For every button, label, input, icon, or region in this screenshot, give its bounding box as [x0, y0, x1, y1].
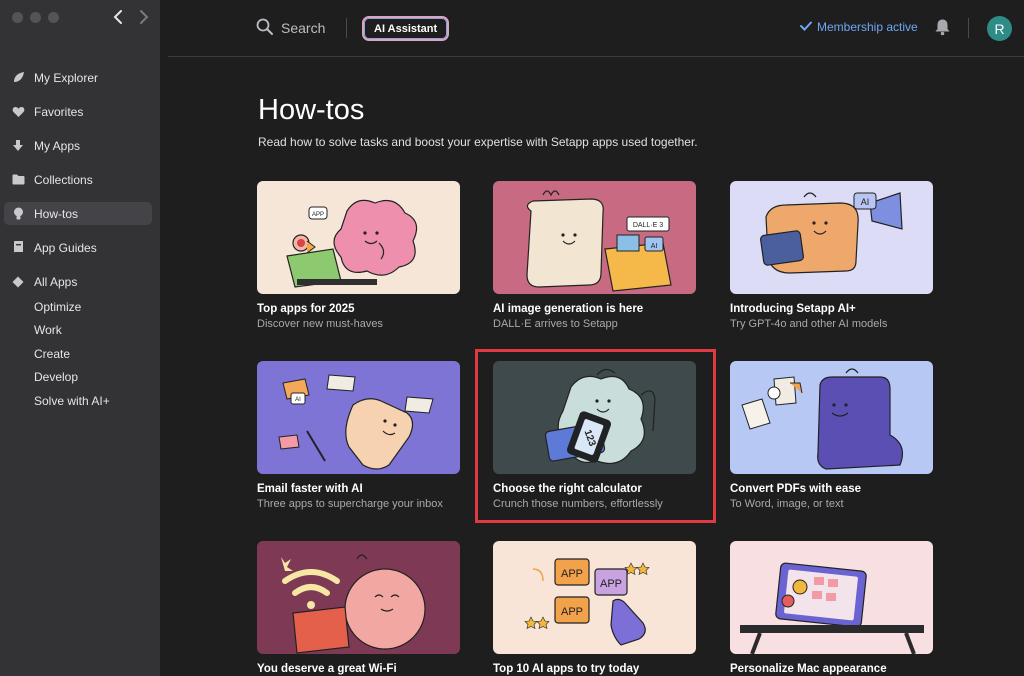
bell-icon[interactable]	[934, 18, 951, 41]
divider	[968, 18, 969, 38]
ai-assistant-button[interactable]: AI Assistant	[362, 16, 450, 41]
card-title: Top 10 AI apps to try today	[493, 663, 640, 675]
minimize-window-button[interactable]	[30, 12, 41, 23]
howto-card-email-faster[interactable]: AI Email faster with AI Three apps to su…	[257, 361, 460, 510]
sidebar-item-my-apps[interactable]: My Apps	[4, 134, 152, 157]
howto-card-wifi[interactable]: You deserve a great Wi-Fi	[257, 541, 460, 675]
avatar[interactable]: R	[987, 16, 1012, 41]
dalle-tag-text: DALL·E 3	[633, 222, 663, 229]
card-illustration: AI	[257, 361, 460, 474]
heart-icon	[11, 105, 25, 119]
history-navigation	[110, 8, 152, 26]
back-icon[interactable]	[110, 8, 126, 26]
card-illustration: AI	[730, 181, 933, 294]
card-subtitle: Crunch those numbers, effortlessly	[493, 498, 663, 510]
membership-label: Membership active	[817, 20, 918, 34]
top-bar: Search AI Assistant Membership active R	[168, 0, 1024, 57]
page-title: How-tos	[258, 94, 365, 126]
howto-card-personalize-mac[interactable]: Personalize Mac appearance	[730, 541, 933, 675]
sidebar-item-label: My Explorer	[34, 70, 99, 85]
sidebar-item-app-guides[interactable]: App Guides	[4, 236, 152, 259]
sidebar-item-label: App Guides	[34, 240, 97, 255]
sidebar-subitem-create[interactable]: Create	[4, 342, 152, 366]
leaf-icon	[11, 71, 25, 85]
card-illustration	[730, 541, 933, 654]
app-tile-text: APP	[561, 606, 583, 618]
zoom-window-button[interactable]	[48, 12, 59, 23]
card-illustration: APP APP APP	[493, 541, 696, 654]
card-title: Convert PDFs with ease	[730, 483, 862, 495]
sidebar-item-label: All Apps	[34, 274, 78, 289]
app-tile-text: APP	[600, 578, 622, 590]
sidebar-subitem-optimize[interactable]: Optimize	[4, 295, 152, 319]
howto-card-convert-pdfs[interactable]: Convert PDFs with ease To Word, image, o…	[730, 361, 933, 510]
howto-card-top-ai-apps[interactable]: APP APP APP Top 10 AI apps to try today	[493, 541, 696, 675]
forward-icon[interactable]	[136, 8, 152, 26]
card-title: Email faster with AI	[257, 483, 363, 495]
card-title: Choose the right calculator	[493, 483, 642, 495]
search-label: Search	[281, 20, 326, 36]
card-illustration	[730, 361, 933, 474]
divider	[346, 18, 347, 38]
sidebar-item-my-explorer[interactable]: My Explorer	[4, 66, 152, 89]
ai-tag-text: AI	[651, 243, 658, 250]
app-window: My Explorer Favorites My Apps Collection…	[0, 0, 1024, 676]
close-window-button[interactable]	[12, 12, 23, 23]
ai-tag-text: AI	[295, 397, 301, 403]
card-subtitle: Three apps to supercharge your inbox	[257, 498, 443, 510]
card-illustration: 123	[493, 361, 696, 474]
ai-tag-text: AI	[861, 197, 870, 207]
howto-card-introducing-setapp-ai[interactable]: AI Introducing Setapp AI+ Try GPT-4o and…	[730, 181, 933, 330]
card-title: You deserve a great Wi-Fi	[257, 663, 397, 675]
sidebar-item-label: Collections	[34, 172, 93, 187]
sidebar-item-label: Favorites	[34, 104, 84, 119]
card-title: Top apps for 2025	[257, 303, 355, 315]
sidebar-subitem-develop[interactable]: Develop	[4, 366, 152, 390]
card-illustration: DALL·E 3 AI	[493, 181, 696, 294]
app-tile-text: APP	[561, 568, 583, 580]
howto-card-choose-calculator[interactable]: 123 Choose the right calculator Crunch t…	[493, 361, 696, 510]
window-controls	[12, 12, 59, 23]
book-icon	[11, 241, 25, 255]
card-subtitle: Discover new must-haves	[257, 318, 383, 330]
search-icon	[256, 18, 273, 38]
checkmark-icon	[800, 20, 812, 34]
sidebar-item-label: My Apps	[34, 138, 81, 153]
card-subtitle: Try GPT-4o and other AI models	[730, 318, 888, 330]
search-button[interactable]: Search	[256, 18, 325, 38]
card-title: Introducing Setapp AI+	[730, 303, 856, 315]
sidebar-item-all-apps[interactable]: All Apps	[4, 270, 152, 293]
lightbulb-icon	[11, 207, 25, 221]
sidebar-subitem-solve-with-ai[interactable]: Solve with AI+	[4, 389, 152, 413]
howto-card-ai-image-generation[interactable]: DALL·E 3 AI AI image generation is here …	[493, 181, 696, 330]
card-subtitle: To Word, image, or text	[730, 498, 844, 510]
app-tag-text: APP	[312, 212, 324, 218]
download-arrow-icon	[11, 139, 25, 153]
howto-card-top-apps[interactable]: APP Top apps for 2025 Discover new must-…	[257, 181, 460, 330]
card-illustration	[257, 541, 460, 654]
card-illustration: APP	[257, 181, 460, 294]
sidebar-nav: My Explorer Favorites My Apps Collection…	[4, 66, 152, 413]
card-title: AI image generation is here	[493, 303, 644, 315]
sidebar-subitem-work[interactable]: Work	[4, 319, 152, 343]
diamond-icon	[11, 275, 25, 289]
sidebar: My Explorer Favorites My Apps Collection…	[0, 0, 160, 676]
sidebar-item-how-tos[interactable]: How-tos	[4, 202, 152, 225]
page-subtitle: Read how to solve tasks and boost your e…	[258, 135, 698, 149]
card-title: Personalize Mac appearance	[730, 663, 887, 675]
membership-status[interactable]: Membership active	[800, 20, 918, 34]
folder-icon	[11, 173, 25, 187]
sidebar-item-favorites[interactable]: Favorites	[4, 100, 152, 123]
sidebar-item-collections[interactable]: Collections	[4, 168, 152, 191]
sidebar-item-label: How-tos	[34, 206, 79, 221]
card-subtitle: DALL·E arrives to Setapp	[493, 318, 618, 330]
